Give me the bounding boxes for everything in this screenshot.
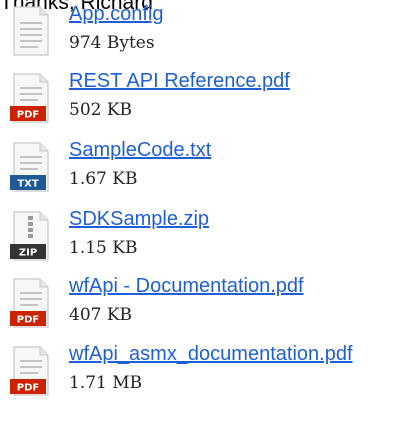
- attachment-size: 1.67 KB: [69, 169, 138, 189]
- attachment-link[interactable]: wfApi - Documentation.pdf: [69, 274, 304, 298]
- attachment-item[interactable]: App.config 974 Bytes: [0, 0, 404, 60]
- attachment-link[interactable]: App.config: [69, 2, 164, 26]
- zip-file-icon[interactable]: ZIP: [8, 210, 54, 262]
- attachment-link[interactable]: SDKSample.zip: [69, 207, 209, 231]
- attachment-link[interactable]: SampleCode.txt: [69, 138, 211, 162]
- txt-file-icon[interactable]: TXT: [8, 141, 54, 193]
- attachment-item[interactable]: PDF REST API Reference.pdf 502 KB: [0, 67, 404, 127]
- pdf-file-icon[interactable]: PDF: [8, 345, 54, 397]
- file-type-badge: PDF: [17, 110, 39, 121]
- file-type-badge: ZIP: [19, 248, 37, 259]
- file-type-badge: PDF: [17, 315, 39, 326]
- file-type-badge: TXT: [17, 179, 39, 190]
- attachment-size: 502 KB: [69, 100, 133, 120]
- attachment-item[interactable]: TXT SampleCode.txt 1.67 KB: [0, 136, 404, 196]
- attachment-item[interactable]: PDF wfApi_asmx_documentation.pdf 1.71 MB: [0, 340, 404, 400]
- attachment-size: 407 KB: [69, 305, 133, 325]
- attachment-link[interactable]: REST API Reference.pdf: [69, 69, 290, 93]
- file-type-badge: PDF: [17, 383, 39, 394]
- attachment-size: 1.15 KB: [69, 238, 138, 258]
- attachment-size: 1.71 MB: [69, 373, 143, 393]
- attachment-size: 974 Bytes: [69, 33, 155, 53]
- generic-file-icon[interactable]: [8, 5, 54, 57]
- pdf-file-icon[interactable]: PDF: [8, 277, 54, 329]
- attachment-link[interactable]: wfApi_asmx_documentation.pdf: [69, 342, 353, 366]
- attachment-item[interactable]: ZIP SDKSample.zip 1.15 KB: [0, 205, 404, 265]
- pdf-file-icon[interactable]: PDF: [8, 72, 54, 124]
- attachment-item[interactable]: PDF wfApi - Documentation.pdf 407 KB: [0, 272, 404, 332]
